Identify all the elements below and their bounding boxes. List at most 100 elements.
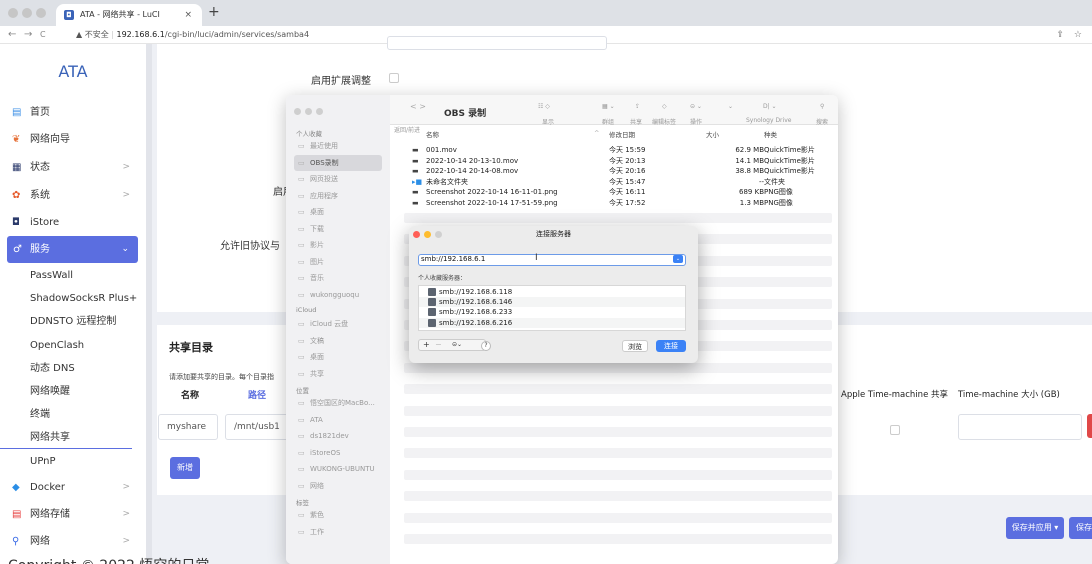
add-server-button[interactable]: + (423, 340, 430, 350)
back-icon[interactable]: ← (8, 26, 16, 44)
finder-sidebar-item[interactable]: ▭ 下载 (294, 221, 382, 237)
share-path-input[interactable]: /mnt/usb1 (225, 414, 289, 440)
sidebar-more-item-1[interactable]: ▤ 网络存储 > (0, 501, 146, 528)
sidebar-item-2[interactable]: ▦ 状态 > (0, 154, 146, 181)
server-address-input[interactable]: smb://192.168.6.1 ⌄ (418, 254, 686, 266)
favorite-server-item[interactable]: smb://192.168.6.146 (419, 297, 685, 308)
url-field[interactable]: ▲ 不安全 | 192.168.6.1/cgi-bin/luci/admin/s… (76, 26, 309, 44)
finder-sidebar-item[interactable]: ▭ 音乐 (294, 270, 382, 286)
sidebar-item-1[interactable]: ❦ 网络向导 (0, 126, 146, 153)
sidebar-subitem-5[interactable]: 网络唤醒 (0, 380, 146, 403)
chevron-down-icon[interactable]: ⌄ (728, 103, 733, 110)
window-close-dot[interactable] (8, 8, 18, 18)
file-row[interactable]: ▬ 2022-10-14 20-14-08.mov 今天 20:16 38.8 MB Q… (390, 166, 838, 176)
browse-button[interactable]: 浏览 (622, 340, 648, 352)
sidebar-more-item-2[interactable]: ⚲ 网络 > (0, 528, 146, 555)
sidebar-item-0[interactable]: ▤ 首页 (0, 99, 146, 126)
sidebar-item-5[interactable]: ♂ 服务 ⌄ (7, 236, 138, 263)
finder-minimize-dot[interactable] (305, 108, 312, 115)
sidebar-subitem-7[interactable]: 网络共享 (0, 426, 132, 450)
brand-logo[interactable]: ATA (0, 62, 146, 81)
chevron-down-icon[interactable]: ⌄ (673, 255, 683, 263)
finder-sidebar-item[interactable]: ▭ OBS录制 (294, 154, 382, 171)
close-icon[interactable]: × (184, 4, 192, 26)
text-field[interactable] (387, 36, 607, 50)
browser-tab[interactable]: ◘ ATA - 网络共享 - LuCI × (56, 4, 202, 26)
finder-sidebar-item[interactable]: ▭ 工作 (294, 524, 382, 540)
finder-sidebar-item[interactable]: ▭ 图片 (294, 254, 382, 270)
file-row[interactable]: ▸■ 未命名文件夹 今天 15:47 -- 文件夹 (390, 177, 838, 187)
save-apply-button[interactable]: 保存并应用 ▾ (1006, 517, 1064, 539)
finder-zoom-dot[interactable] (316, 108, 323, 115)
header-name[interactable]: 名称 (426, 129, 439, 139)
warning-icon: ▲ (76, 30, 85, 39)
header-kind[interactable]: 种类 (764, 129, 777, 139)
sidebar-subitem-6[interactable]: 终端 (0, 403, 146, 426)
favorite-server-item[interactable]: smb://192.168.6.216 (419, 317, 685, 328)
file-row[interactable]: ▬ 001.mov 今天 15:59 62.9 MB QuickTime影片 (390, 145, 838, 155)
chevron-icon: > (122, 482, 130, 492)
timemachine-size-input[interactable] (958, 414, 1082, 440)
save-button[interactable]: 保存 (1069, 517, 1092, 539)
finder-sidebar-item[interactable]: ▭ wukongguoqu (294, 287, 382, 303)
sidebar-subitem-8[interactable]: UPnP (0, 450, 146, 473)
header-size[interactable]: 大小 (706, 129, 719, 139)
remove-server-button[interactable]: − (435, 340, 442, 350)
view-icon[interactable]: ☷ ◇ (538, 103, 550, 110)
forward-icon[interactable]: → (24, 26, 32, 44)
file-row[interactable]: ▬ Screenshot 2022-10-14 17-51-59.png 今天 17… (390, 198, 838, 208)
finder-sidebar-item[interactable]: ▭ WUKONG-UBUNTU (294, 461, 382, 477)
reload-icon[interactable]: C (40, 26, 46, 44)
window-zoom-dot[interactable] (36, 8, 46, 18)
sidebar-item-4[interactable]: ◘ iStore (0, 209, 146, 236)
finder-sidebar-item[interactable]: ▭ 悟空国区的MacBo... (294, 395, 382, 411)
sidebar-item-3[interactable]: ✿ 系统 > (0, 182, 146, 209)
tag-icon[interactable]: ◇ (662, 103, 667, 110)
finder-sidebar-item[interactable]: ▭ 网页投送 (294, 171, 382, 187)
share-icon[interactable]: ⇪ (635, 103, 640, 110)
add-button[interactable]: 新增 (170, 457, 200, 479)
sidebar-subitem-3[interactable]: OpenClash (0, 334, 146, 357)
back-forward-icon[interactable]: < > (410, 102, 426, 111)
folder-icon: ▭ (298, 511, 305, 519)
more-options-button[interactable]: ⊝⌄ (452, 340, 462, 350)
share-name-input[interactable]: myshare (158, 414, 218, 440)
finder-sidebar-item[interactable]: ▭ 应用程序 (294, 188, 382, 204)
finder-sidebar-item[interactable]: ▭ 影片 (294, 237, 382, 253)
share-icon[interactable]: ⇪ (1056, 26, 1064, 44)
finder-sidebar-item[interactable]: ▭ 最近使用 (294, 138, 382, 154)
header-date[interactable]: 修改日期 (609, 129, 635, 139)
group-icon[interactable]: ▦ ⌄ (602, 103, 615, 110)
favorite-server-item[interactable]: smb://192.168.6.233 (419, 307, 685, 317)
new-tab-button[interactable]: + (208, 4, 220, 20)
action-icon[interactable]: ⊝ ⌄ (690, 103, 702, 110)
sidebar-subitem-1[interactable]: ShadowSocksR Plus+ (0, 287, 146, 310)
sidebar-subitem-2[interactable]: DDNSTO 远程控制 (0, 310, 146, 333)
file-row[interactable]: ▬ Screenshot 2022-10-14 16-11-01.png 今天 16… (390, 187, 838, 197)
delete-button[interactable] (1087, 414, 1092, 438)
finder-sidebar-item[interactable]: ▭ ATA (294, 412, 382, 428)
connect-button[interactable]: 连接 (656, 340, 686, 352)
finder-sidebar-item[interactable]: ▭ ds1821dev (294, 428, 382, 444)
finder-sidebar-item[interactable]: ▭ 桌面 (294, 349, 382, 365)
help-button[interactable]: ? (481, 341, 491, 351)
sidebar-subitem-0[interactable]: PassWall (0, 264, 146, 287)
search-icon[interactable]: ⚲ (820, 103, 824, 110)
synology-icon[interactable]: D| ⌄ (763, 103, 777, 110)
finder-sidebar-item[interactable]: ▭ 网络 (294, 478, 382, 494)
file-row[interactable]: ▬ 2022-10-14 20-13-10.mov 今天 20:13 14.1 MB Q… (390, 156, 838, 166)
window-minimize-dot[interactable] (22, 8, 32, 18)
finder-sidebar-item[interactable]: ▭ iStoreOS (294, 445, 382, 461)
finder-sidebar-item[interactable]: ▭ 紫色 (294, 507, 382, 523)
timemachine-checkbox[interactable] (890, 425, 900, 435)
finder-close-dot[interactable] (294, 108, 301, 115)
sidebar-subitem-4[interactable]: 动态 DNS (0, 357, 146, 380)
finder-sidebar-item[interactable]: ▭ 共享 (294, 366, 382, 382)
favorite-server-item[interactable]: smb://192.168.6.118 (419, 287, 685, 297)
finder-sidebar-item[interactable]: ▭ iCloud 云盘 (294, 316, 382, 332)
star-icon[interactable]: ☆ (1074, 26, 1082, 44)
sidebar-more-item-0[interactable]: ◆ Docker > (0, 474, 146, 501)
finder-sidebar-item[interactable]: ▭ 桌面 (294, 204, 382, 220)
ext-tuning-checkbox[interactable] (389, 73, 399, 83)
finder-sidebar-item[interactable]: ▭ 文稿 (294, 333, 382, 349)
